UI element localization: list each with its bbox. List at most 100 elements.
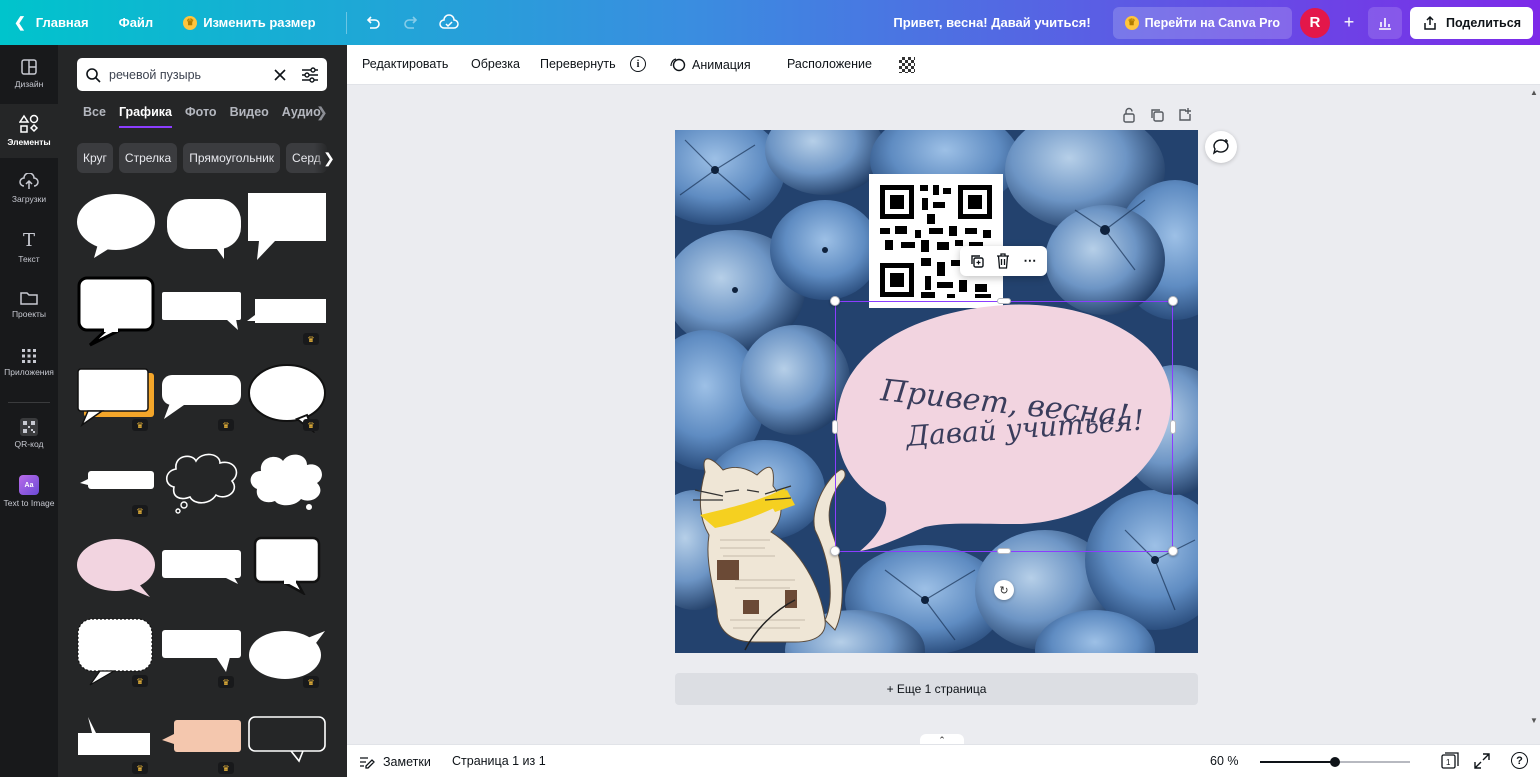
trash-icon[interactable]: [993, 251, 1013, 271]
add-page-icon[interactable]: [1176, 106, 1194, 124]
zoom-slider-thumb[interactable]: [1330, 757, 1340, 767]
undo-icon[interactable]: [361, 11, 385, 35]
resize-handle[interactable]: [1168, 546, 1178, 556]
speech-bubble-item[interactable]: ♛: [80, 469, 156, 517]
avatar[interactable]: R: [1299, 7, 1330, 38]
more-options-icon[interactable]: ⋯: [1020, 251, 1040, 271]
speech-bubble-item[interactable]: [76, 275, 156, 347]
chip-rectangle[interactable]: Прямоугольник: [183, 143, 281, 173]
chip-circle[interactable]: Круг: [77, 143, 113, 173]
design-page[interactable]: Привет, весна! Давай учиться!: [675, 130, 1198, 653]
resize-handle[interactable]: [1170, 420, 1176, 434]
resize-handle[interactable]: [997, 548, 1011, 554]
tab-photos[interactable]: Фото: [185, 105, 217, 128]
rail-item-text-to-image[interactable]: Aa Text to Image: [0, 465, 58, 519]
chip-arrow[interactable]: Стрелка: [118, 143, 178, 173]
info-button[interactable]: i: [630, 56, 646, 72]
rail-item-apps[interactable]: Приложения: [0, 336, 58, 390]
chevron-right-icon[interactable]: ❯: [314, 143, 344, 173]
speech-bubble-item[interactable]: ♛: [162, 630, 242, 688]
rail-item-design[interactable]: Дизайн: [0, 47, 58, 101]
document-title[interactable]: Привет, весна! Давай учиться!: [893, 15, 1090, 30]
speech-bubble-item[interactable]: [247, 715, 327, 763]
rail-item-elements[interactable]: Элементы: [0, 104, 58, 158]
page-actions: [1120, 106, 1194, 124]
speech-bubble-item[interactable]: [76, 537, 156, 599]
filter-icon[interactable]: [301, 66, 319, 83]
canva-pro-button[interactable]: ♛ Перейти на Canva Pro: [1112, 6, 1292, 39]
fullscreen-icon[interactable]: [1474, 753, 1490, 769]
notes-button[interactable]: Заметки: [359, 754, 431, 770]
search-input[interactable]: [109, 67, 265, 82]
speech-bubble-item[interactable]: [76, 192, 156, 262]
rotate-icon[interactable]: ↻: [994, 580, 1014, 600]
vertical-scrollbar[interactable]: ▲ ▼: [1527, 86, 1540, 736]
page-grid-button[interactable]: 1: [1441, 752, 1459, 770]
cloud-saved-icon[interactable]: [437, 11, 461, 35]
invite-plus-icon[interactable]: +: [1338, 12, 1360, 33]
category-tabs: Все Графика Фото Видео Аудио: [83, 105, 321, 128]
add-comment-icon[interactable]: [1205, 131, 1237, 163]
rail-item-projects[interactable]: Проекты: [0, 278, 58, 332]
tab-audio[interactable]: Аудио: [282, 105, 321, 128]
duplicate-page-icon[interactable]: [1148, 106, 1166, 124]
text-to-image-icon: Aa: [19, 475, 39, 496]
share-button[interactable]: Поделиться: [1409, 6, 1533, 39]
chevron-right-icon[interactable]: ❯: [316, 104, 328, 121]
speech-bubble-item[interactable]: ♛: [247, 623, 327, 688]
cloud-upload-icon: [19, 173, 39, 190]
speech-bubble-item[interactable]: [162, 550, 242, 586]
close-icon[interactable]: [273, 68, 287, 82]
resize-handle[interactable]: [830, 296, 840, 306]
zoom-value[interactable]: 60 %: [1210, 754, 1239, 768]
lock-icon[interactable]: [1120, 106, 1138, 124]
hydrangea-background-image: Привет, весна! Давай учиться!: [675, 130, 1198, 653]
crop-button[interactable]: Обрезка: [471, 57, 520, 71]
add-page-button[interactable]: + Еще 1 страница: [675, 673, 1198, 705]
top-bar: ❮ Главная Файл ♛ Изменить размер Привет,…: [0, 0, 1540, 45]
animation-button[interactable]: Анимация: [670, 57, 751, 73]
rail-item-qr-code[interactable]: QR-код: [0, 407, 58, 461]
redo-icon[interactable]: [399, 11, 423, 35]
scroll-up-icon[interactable]: ▲: [1530, 88, 1538, 97]
speech-bubble-item[interactable]: ♛: [162, 375, 242, 431]
scroll-down-icon[interactable]: ▼: [1530, 716, 1538, 725]
speech-bubble-item[interactable]: [251, 535, 323, 595]
analytics-icon[interactable]: [1367, 6, 1402, 39]
speech-bubble-item[interactable]: [247, 449, 327, 515]
flip-button[interactable]: Перевернуть: [540, 57, 616, 71]
zoom-slider[interactable]: [1260, 757, 1410, 767]
resize-handle[interactable]: [1168, 296, 1178, 306]
speech-bubble-item[interactable]: [247, 192, 327, 262]
speech-bubble-item[interactable]: [166, 197, 242, 259]
crown-icon: ♛: [132, 505, 148, 517]
rail-item-text[interactable]: T Текст: [0, 220, 58, 274]
tab-all[interactable]: Все: [83, 105, 106, 128]
rail-divider: [8, 402, 50, 403]
crown-icon: ♛: [218, 419, 234, 431]
rail-item-uploads[interactable]: Загрузки: [0, 162, 58, 216]
tab-graphics[interactable]: Графика: [118, 105, 172, 128]
edit-image-button[interactable]: Редактировать: [362, 57, 448, 71]
transparency-button[interactable]: [899, 57, 915, 73]
resize-button[interactable]: ♛ Изменить размер: [183, 15, 316, 30]
speech-bubble-item[interactable]: [162, 292, 242, 332]
position-button[interactable]: Расположение: [787, 57, 872, 71]
speech-bubble-item[interactable]: ♛: [247, 361, 327, 433]
speech-bubble-item[interactable]: ♛: [76, 715, 156, 774]
speech-bubble-item[interactable]: ♛: [162, 720, 242, 774]
crown-icon: ♛: [132, 762, 148, 774]
speech-bubble-item[interactable]: ♛: [76, 615, 156, 689]
help-button[interactable]: ?: [1511, 752, 1528, 769]
duplicate-icon[interactable]: [967, 251, 987, 271]
tab-videos[interactable]: Видео: [230, 105, 269, 128]
resize-handle[interactable]: [832, 420, 838, 434]
qr-code-image[interactable]: [869, 174, 1003, 308]
resize-handle[interactable]: [830, 546, 840, 556]
file-menu[interactable]: Файл: [119, 15, 154, 30]
speech-bubble-item[interactable]: ♛: [247, 297, 327, 345]
home-button[interactable]: ❮ Главная: [14, 14, 89, 31]
resize-handle[interactable]: [997, 298, 1011, 304]
speech-bubble-item[interactable]: ♛: [76, 367, 156, 431]
speech-bubble-item[interactable]: [162, 449, 242, 515]
